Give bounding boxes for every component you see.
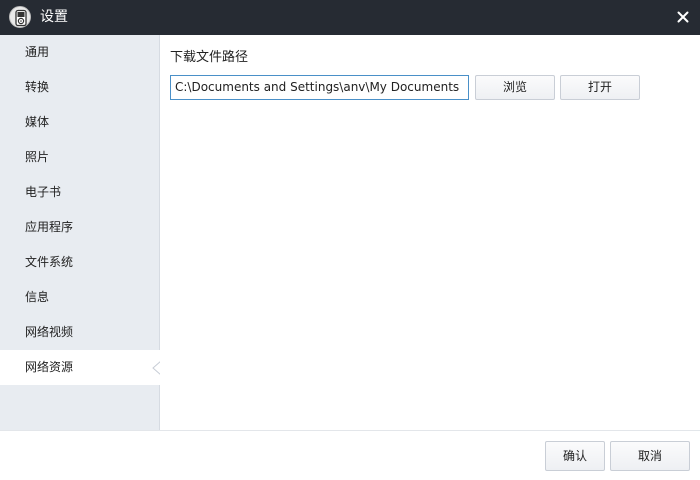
sidebar-item-label: 信息 xyxy=(25,290,50,304)
sidebar-item-label: 应用程序 xyxy=(25,220,74,234)
sidebar-item-label: 文件系统 xyxy=(25,255,74,269)
sidebar-item-filesystem[interactable]: 文件系统 xyxy=(0,245,159,280)
settings-content: 下载文件路径 C:\Documents and Settings\anv\My … xyxy=(160,35,700,430)
cancel-button[interactable]: 取消 xyxy=(610,441,690,471)
close-button[interactable] xyxy=(674,8,692,26)
sidebar-item-apps[interactable]: 应用程序 xyxy=(0,210,159,245)
sidebar-item-label: 照片 xyxy=(25,150,50,164)
dialog-footer: 确认 取消 xyxy=(0,430,700,480)
sidebar-item-online-resources[interactable]: 网络资源 xyxy=(0,350,161,385)
sidebar-item-label: 转换 xyxy=(25,80,50,94)
sidebar-item-media[interactable]: 媒体 xyxy=(0,105,159,140)
close-icon xyxy=(677,11,689,23)
sidebar-item-general[interactable]: 通用 xyxy=(0,35,159,70)
open-button[interactable]: 打开 xyxy=(560,75,640,100)
confirm-button[interactable]: 确认 xyxy=(545,441,605,471)
sidebar-item-convert[interactable]: 转换 xyxy=(0,70,159,105)
ipod-icon xyxy=(9,6,31,28)
sidebar-item-label: 网络视频 xyxy=(25,325,74,339)
settings-sidebar: 通用 转换 媒体 照片 电子书 应用程序 文件系统 信息 网络视频 网络资源 xyxy=(0,35,161,430)
title-bar: 设置 xyxy=(0,0,700,35)
sidebar-item-label: 电子书 xyxy=(25,185,62,199)
browse-button[interactable]: 浏览 xyxy=(475,75,555,100)
sidebar-item-photos[interactable]: 照片 xyxy=(0,140,159,175)
download-path-input[interactable]: C:\Documents and Settings\anv\My Documen… xyxy=(170,75,469,100)
sidebar-item-online-video[interactable]: 网络视频 xyxy=(0,315,159,350)
settings-window: 设置 通用 转换 媒体 照片 电子书 应用程序 文件系统 信息 网络视频 网络资… xyxy=(0,0,700,480)
sidebar-item-label: 媒体 xyxy=(25,115,50,129)
window-title: 设置 xyxy=(40,9,68,25)
sidebar-item-messages[interactable]: 信息 xyxy=(0,280,159,315)
sidebar-item-label: 通用 xyxy=(25,45,50,59)
download-path-heading: 下载文件路径 xyxy=(170,50,249,65)
sidebar-item-label: 网络资源 xyxy=(25,360,74,374)
sidebar-item-ebooks[interactable]: 电子书 xyxy=(0,175,159,210)
